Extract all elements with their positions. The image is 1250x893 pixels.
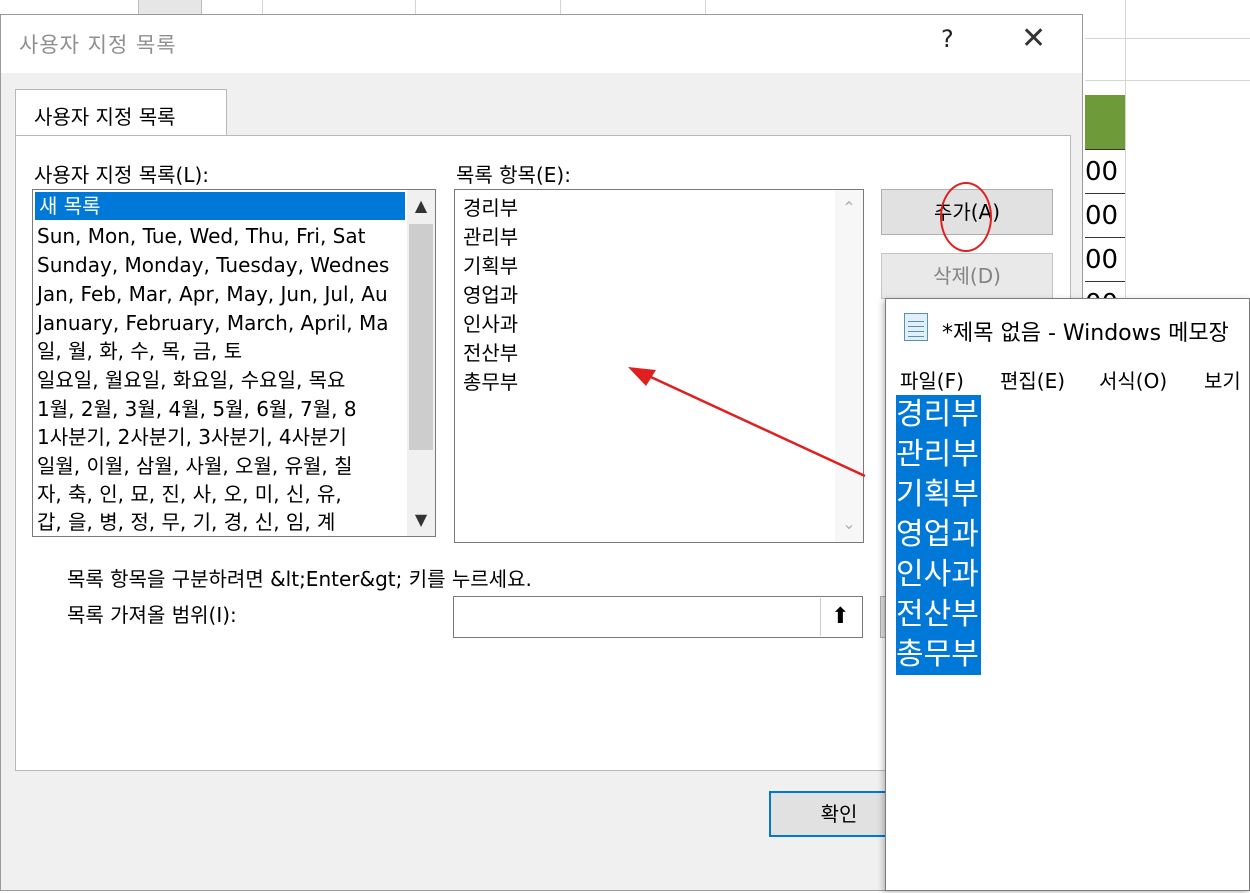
list-entry: 인사과 [463, 312, 519, 336]
selected-line: 영업과 [896, 515, 981, 555]
custom-lists-listbox[interactable]: 새 목록 Sun, Mon, Tue, Wed, Thu, Fri, Sat S… [32, 189, 436, 537]
list-item[interactable]: 일월, 이월, 삼월, 사월, 오월, 유월, 칠 [37, 452, 353, 480]
selected-line: 관리부 [896, 435, 981, 475]
selected-line: 경리부 [896, 395, 981, 435]
menu-view[interactable]: 보기 [1204, 365, 1241, 394]
selected-line: 총무부 [896, 635, 981, 675]
list-entries-label: 목록 항목(E): [456, 163, 571, 187]
notepad-menubar: 파일(F) 편집(E) 서식(O) 보기 [886, 359, 1250, 393]
arrow-line [639, 370, 866, 478]
annotation-arrow [628, 367, 866, 478]
list-item[interactable]: Sun, Mon, Tue, Wed, Thu, Fri, Sat [37, 222, 365, 250]
help-button[interactable]: ? [941, 25, 954, 53]
cell-value[interactable]: 00 [1085, 194, 1125, 238]
chevron-up-icon[interactable]: ▲ [407, 192, 435, 220]
list-item[interactable]: 일요일, 월요일, 화요일, 수요일, 목요 [37, 366, 345, 394]
cell-value[interactable]: 00 [1085, 238, 1125, 282]
notepad-icon [904, 313, 928, 341]
list-entry: 영업과 [463, 283, 519, 307]
notepad-window: *제목 없음 - Windows 메모장 파일(F) 편집(E) 서식(O) 보… [885, 298, 1250, 891]
list-item[interactable]: 1사분기, 2사분기, 3사분기, 4사분기 [37, 423, 347, 451]
range-select-icon[interactable]: ⬆ [820, 598, 860, 636]
menu-file[interactable]: 파일(F) [900, 365, 964, 394]
selected-line: 인사과 [896, 555, 981, 595]
dialog-title: 사용자 지정 목록 [19, 33, 177, 57]
grid-line [1085, 80, 1250, 81]
chevron-down-icon[interactable]: ▼ [407, 506, 435, 534]
list-entry: 관리부 [463, 225, 519, 249]
scroll-thumb[interactable] [409, 224, 433, 450]
list-entry: 총무부 [463, 370, 519, 394]
custom-lists-label: 사용자 지정 목록(L): [34, 163, 210, 187]
list-item[interactable]: 일, 월, 화, 수, 목, 금, 토 [37, 337, 242, 365]
list-item[interactable]: January, February, March, April, Ma [37, 309, 389, 337]
list-entry: 경리부 [463, 196, 519, 220]
close-icon[interactable]: ✕ [1021, 21, 1046, 56]
import-range-input[interactable] [453, 596, 863, 638]
list-entry: 전산부 [463, 341, 519, 365]
selected-line: 기획부 [896, 475, 981, 515]
list-item[interactable]: Sunday, Monday, Tuesday, Wednes [37, 251, 389, 279]
list-item[interactable]: Jan, Feb, Mar, Apr, May, Jun, Jul, Au [37, 280, 388, 308]
list-entry: 기획부 [463, 254, 519, 278]
chevron-up-icon[interactable]: ⌃ [835, 194, 863, 222]
chevron-down-icon[interactable]: ⌄ [835, 510, 863, 538]
annotation-circle [940, 182, 992, 252]
arrow-head [628, 367, 656, 386]
import-range-label: 목록 가져올 범위(I): [67, 603, 237, 627]
dialog-titlebar: 사용자 지정 목록 ? ✕ [1, 15, 1082, 73]
hint-text: 목록 항목을 구분하려면 &lt;Enter&gt; 키를 누르세요. [67, 567, 532, 591]
menu-edit[interactable]: 편집(E) [1000, 365, 1065, 394]
list-item[interactable]: 자, 축, 인, 묘, 진, 사, 오, 미, 신, 유, [37, 480, 342, 508]
table-header-cell [1085, 95, 1125, 150]
menu-format[interactable]: 서식(O) [1099, 365, 1167, 394]
scrollbar[interactable]: ▲ ▼ [407, 190, 435, 536]
selected-line: 전산부 [896, 595, 981, 635]
list-item[interactable]: 갑, 을, 병, 정, 무, 기, 경, 신, 임, 계 [37, 508, 335, 536]
delete-button[interactable]: 삭제(D) [881, 253, 1053, 299]
tab-custom-lists[interactable]: 사용자 지정 목록 [15, 89, 227, 137]
list-item[interactable]: 1월, 2월, 3월, 4월, 5월, 6월, 7월, 8 [37, 395, 357, 423]
notepad-title: *제목 없음 - Windows 메모장 [942, 321, 1229, 346]
grid-line [1085, 38, 1250, 39]
cell-value[interactable]: 00 [1085, 150, 1125, 194]
list-item[interactable]: 새 목록 [35, 192, 405, 220]
